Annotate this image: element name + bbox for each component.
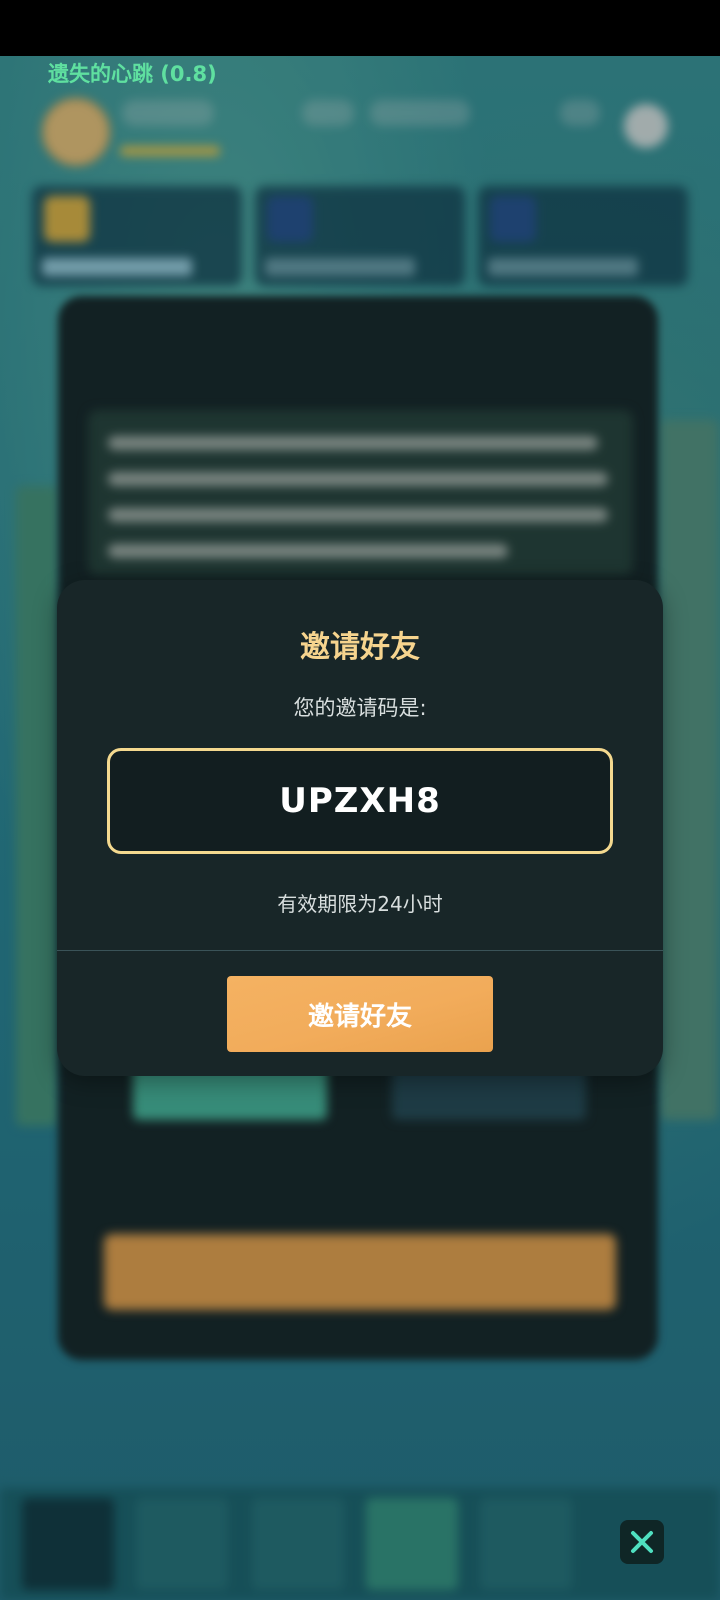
close-icon — [631, 1531, 653, 1553]
invite-friend-modal: 邀请好友 您的邀请码是: UPZXH8 有效期限为24小时 邀请好友 — [57, 580, 663, 1076]
invite-code: UPZXH8 — [279, 781, 441, 821]
invite-code-label: 您的邀请码是: — [293, 696, 427, 720]
system-status-bar — [0, 0, 720, 56]
close-button[interactable] — [620, 1520, 664, 1564]
invite-code-box[interactable]: UPZXH8 — [107, 748, 613, 854]
game-title: 遗失的心跳 (0.8) — [48, 62, 217, 86]
divider — [57, 950, 663, 951]
invite-friend-button[interactable]: 邀请好友 — [227, 976, 493, 1052]
modal-title: 邀请好友 — [300, 630, 420, 665]
validity-note: 有效期限为24小时 — [277, 892, 443, 916]
